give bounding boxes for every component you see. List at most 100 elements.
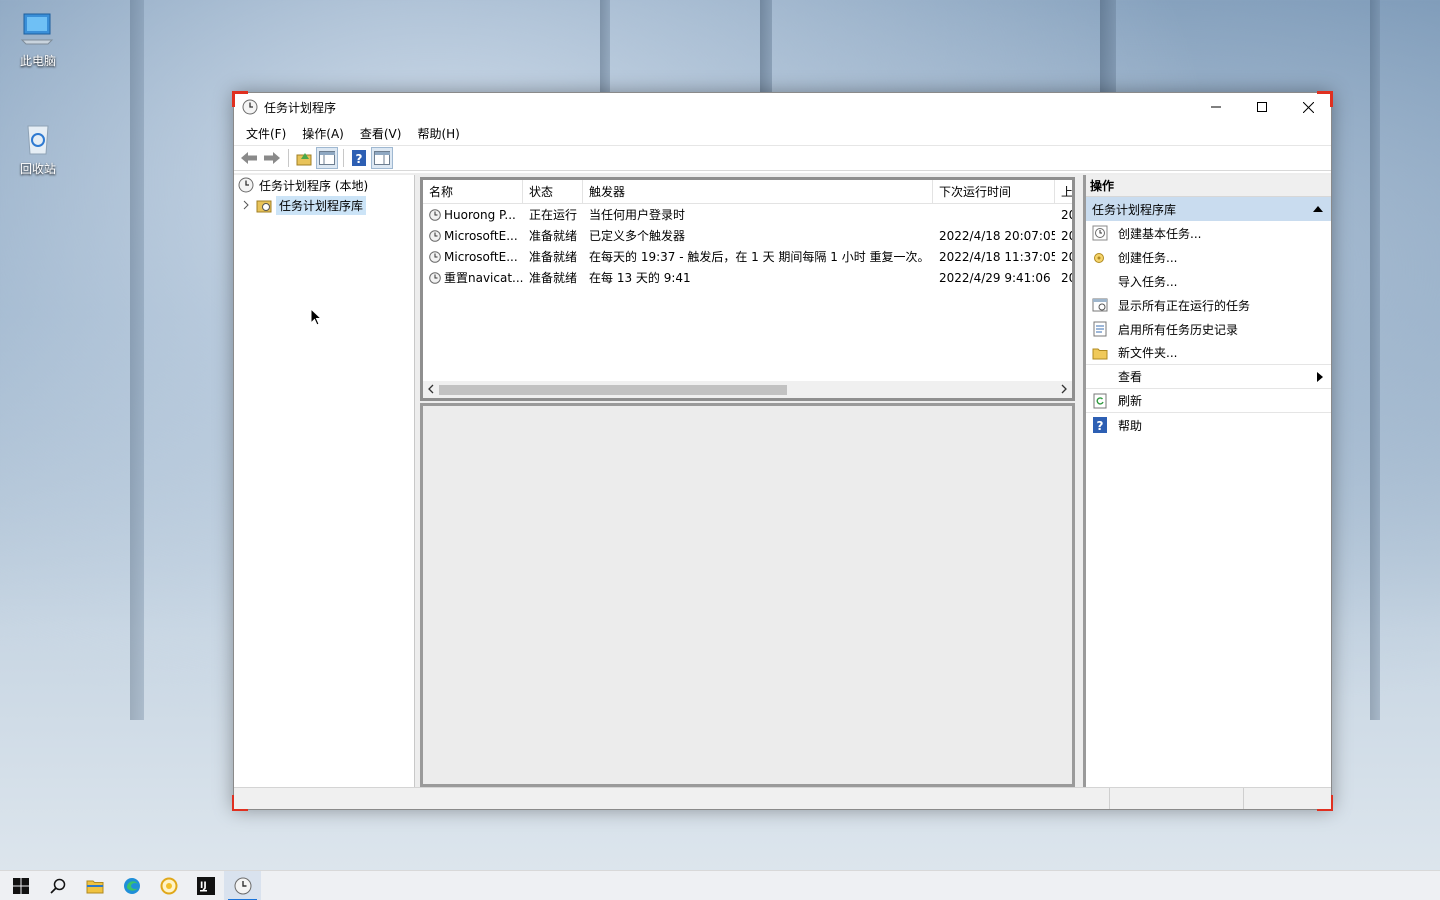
search-icon: [49, 878, 66, 894]
main-area: 任务计划程序 (本地) 任务计划程序库 名称 状态 触发器 下次运行时间 上 H…: [234, 173, 1331, 787]
action-label: 导入任务...: [1118, 274, 1178, 289]
folder-icon: [1092, 345, 1108, 361]
up-folder-icon[interactable]: [293, 147, 315, 169]
collapse-up-icon[interactable]: [1313, 206, 1323, 212]
task-trigger: 已定义多个触发器: [589, 229, 686, 243]
scrollbar-thumb[interactable]: [439, 385, 787, 395]
basic-task-icon: [1092, 225, 1108, 241]
taskbar-edge[interactable]: [113, 871, 150, 900]
task-last-run: 20: [1061, 228, 1072, 243]
forward-arrow-icon[interactable]: [261, 147, 283, 169]
actions-header: 操作: [1086, 175, 1331, 197]
column-header-last-run[interactable]: 上: [1055, 180, 1072, 203]
tree-node-library[interactable]: 任务计划程序库: [234, 195, 414, 215]
show-hide-console-tree-icon[interactable]: [316, 147, 338, 169]
column-header-status[interactable]: 状态: [523, 180, 583, 203]
column-header-name[interactable]: 名称: [423, 180, 523, 203]
task-name: 重置navicat...: [444, 271, 523, 285]
submenu-arrow-icon: [1317, 371, 1323, 382]
minimize-button[interactable]: [1193, 93, 1239, 121]
horizontal-scrollbar[interactable]: [423, 381, 1072, 398]
action-display-running-tasks[interactable]: 显示所有正在运行的任务: [1086, 293, 1331, 317]
task-next-run: 2022/4/29 9:41:06: [939, 270, 1051, 285]
task-name: MicrosoftE...: [444, 249, 518, 264]
task-status: 正在运行: [529, 208, 578, 222]
back-arrow-icon[interactable]: [238, 147, 260, 169]
scroll-right-icon[interactable]: [1060, 384, 1068, 394]
menu-file[interactable]: 文件(F): [238, 125, 294, 142]
help-icon: ?: [1092, 417, 1108, 433]
task-icon: [429, 208, 441, 221]
task-name: MicrosoftE...: [444, 228, 518, 243]
table-row[interactable]: Huorong P... 正在运行 当任何用户登录时 20: [423, 204, 1072, 225]
task-next-run: 2022/4/18 20:07:05: [939, 228, 1055, 243]
center-pane: 名称 状态 触发器 下次运行时间 上 Huorong P... 正在运行 当任何…: [420, 177, 1075, 787]
toolbar: ?: [234, 145, 1331, 171]
task-trigger: 在每天的 19:37 - 触发后，在 1 天 期间每隔 1 小时 重复一次。: [589, 250, 930, 264]
task-list-header: 名称 状态 触发器 下次运行时间 上: [423, 180, 1072, 204]
title-bar[interactable]: 任务计划程序: [234, 93, 1331, 121]
tree-node-root[interactable]: 任务计划程序 (本地): [234, 175, 414, 195]
computer-icon: [18, 10, 58, 50]
table-row[interactable]: 重置navicat... 准备就绪 在每 13 天的 9:41 2022/4/2…: [423, 267, 1072, 288]
taskbar-jetbrains[interactable]: IJ: [187, 871, 224, 900]
recycle-bin-icon: [18, 118, 58, 158]
show-hide-action-pane-icon[interactable]: [371, 147, 393, 169]
desktop-icon-recycle-bin[interactable]: 回收站: [10, 118, 66, 177]
search-button[interactable]: [39, 871, 76, 900]
task-status: 准备就绪: [529, 271, 578, 285]
edge-browser-icon: [123, 877, 141, 895]
actions-section-label: 任务计划程序库: [1092, 202, 1177, 217]
jetbrains-icon: IJ: [196, 876, 215, 895]
maximize-button[interactable]: [1239, 93, 1285, 121]
taskbar-file-explorer[interactable]: [76, 871, 113, 900]
desktop-icon-label: 回收站: [19, 162, 56, 176]
window-title: 任务计划程序: [264, 100, 337, 115]
table-row[interactable]: MicrosoftE... 准备就绪 在每天的 19:37 - 触发后，在 1 …: [423, 246, 1072, 267]
menu-help[interactable]: 帮助(H): [409, 125, 467, 142]
action-create-basic-task[interactable]: 创建基本任务...: [1086, 221, 1331, 245]
help-icon[interactable]: ?: [348, 147, 370, 169]
action-label: 创建基本任务...: [1118, 226, 1202, 241]
actions-pane: 操作 任务计划程序库 创建基本任务... 创建任务... 导入任务... 显示所…: [1083, 175, 1331, 787]
desktop-icon-label: 此电脑: [19, 54, 56, 68]
tree-node-label: 任务计划程序库: [276, 195, 367, 215]
menu-bar: 文件(F) 操作(A) 查看(V) 帮助(H): [234, 121, 1331, 145]
action-label: 查看: [1118, 370, 1143, 384]
action-refresh[interactable]: 刷新: [1086, 389, 1331, 413]
table-row[interactable]: MicrosoftE... 准备就绪 已定义多个触发器 2022/4/18 20…: [423, 225, 1072, 246]
menu-action[interactable]: 操作(A): [294, 125, 352, 142]
task-status: 准备就绪: [529, 229, 578, 243]
task-status: 准备就绪: [529, 250, 578, 264]
actions-section-header[interactable]: 任务计划程序库: [1086, 197, 1331, 221]
svg-text:?: ?: [1097, 419, 1104, 433]
action-import-task[interactable]: 导入任务...: [1086, 269, 1331, 293]
scroll-left-icon[interactable]: [427, 384, 435, 394]
action-create-task[interactable]: 创建任务...: [1086, 245, 1331, 269]
file-explorer-icon: [86, 878, 104, 894]
desktop-icon-this-pc[interactable]: 此电脑: [10, 10, 66, 69]
tree-node-label: 任务计划程序 (本地): [259, 178, 369, 193]
task-list: 名称 状态 触发器 下次运行时间 上 Huorong P... 正在运行 当任何…: [420, 177, 1075, 401]
column-header-trigger[interactable]: 触发器: [583, 180, 933, 203]
action-label: 刷新: [1118, 394, 1143, 408]
task-last-run: 20: [1061, 207, 1072, 222]
action-help[interactable]: ? 帮助: [1086, 413, 1331, 437]
column-header-next-run[interactable]: 下次运行时间: [933, 180, 1055, 203]
console-tree: 任务计划程序 (本地) 任务计划程序库: [234, 175, 415, 787]
taskbar-task-scheduler[interactable]: [224, 870, 261, 900]
menu-view[interactable]: 查看(V): [352, 125, 410, 142]
chevron-right-icon[interactable]: [242, 200, 250, 210]
task-icon: [429, 229, 441, 242]
action-view[interactable]: 查看: [1086, 365, 1331, 389]
taskbar-app-yellow[interactable]: [150, 871, 187, 900]
history-icon: [1092, 321, 1108, 337]
start-button[interactable]: [2, 871, 39, 900]
clock-icon: [234, 877, 252, 895]
action-enable-history[interactable]: 启用所有任务历史记录: [1086, 317, 1331, 341]
task-trigger: 当任何用户登录时: [589, 208, 686, 222]
task-folder-icon: [256, 197, 272, 213]
action-new-folder[interactable]: 新文件夹...: [1086, 341, 1331, 365]
action-label: 新文件夹...: [1118, 346, 1178, 360]
task-icon: [429, 271, 441, 284]
